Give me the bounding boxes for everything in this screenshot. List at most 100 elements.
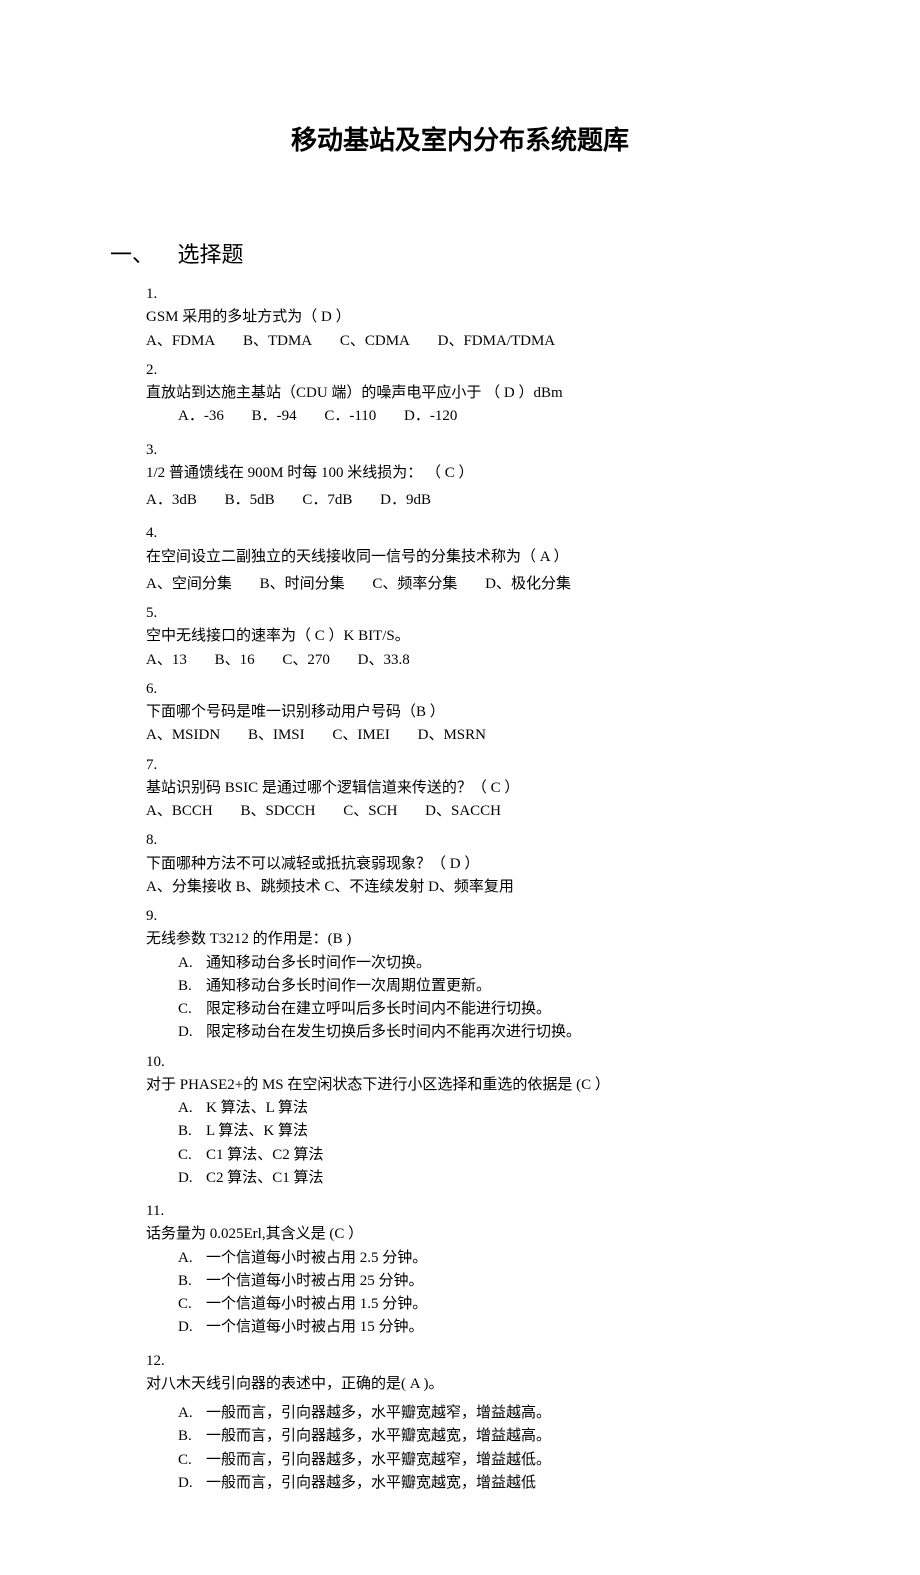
question-9: 9. 无线参数 T3212 的作用是：(B ) A.通知移动台多长时间作一次切换… xyxy=(146,905,810,1045)
option-b: B.通知移动台多长时间作一次周期位置更新。 xyxy=(178,975,786,998)
option-b: B、SDCCH xyxy=(240,800,315,823)
option-b: B.一个信道每小时被占用 25 分钟。 xyxy=(178,1270,786,1293)
option-text: 一般而言，引向器越多，水平瓣宽越窄，增益越高。 xyxy=(206,1405,551,1421)
option-d: D、33.8 xyxy=(358,649,410,672)
option-letter: D. xyxy=(178,1167,206,1190)
option-a: A.一个信道每小时被占用 2.5 分钟。 xyxy=(178,1247,786,1270)
option-d: D.一个信道每小时被占用 15 分钟。 xyxy=(178,1316,786,1339)
option-c: C.一般而言，引向器越多，水平瓣宽越窄，增益越低。 xyxy=(178,1449,786,1472)
option-c: C.C1 算法、C2 算法 xyxy=(178,1144,786,1167)
option-c: C、频率分集 xyxy=(372,573,457,596)
option-text: 限定移动台在发生切换后多长时间内不能再次进行切换。 xyxy=(206,1024,581,1040)
option-letter: A. xyxy=(178,1097,206,1120)
option-d: D．9dB xyxy=(380,489,431,512)
question-number: 2. xyxy=(146,359,174,382)
option-c: C．-110 xyxy=(324,405,376,428)
option-a: A.一般而言，引向器越多，水平瓣宽越窄，增益越高。 xyxy=(178,1402,786,1425)
question-number: 12. xyxy=(146,1350,174,1373)
question-number: 8. xyxy=(146,829,174,852)
question-10: 10. 对于 PHASE2+的 MS 在空闲状态下进行小区选择和重选的依据是 (… xyxy=(146,1051,810,1191)
option-text: 一个信道每小时被占用 15 分钟。 xyxy=(206,1319,424,1335)
option-letter: A. xyxy=(178,952,206,975)
option-text: 一个信道每小时被占用 1.5 分钟。 xyxy=(206,1296,427,1312)
option-b: B、TDMA xyxy=(243,330,312,353)
question-stem: 基站识别码 BSIC 是通过哪个逻辑信道来传送的？（ C ） xyxy=(146,777,786,800)
question-stem: 直放站到达施主基站（CDU 端）的噪声电平应小于 （ D ）dBm xyxy=(146,382,786,405)
option-letter: A. xyxy=(178,1247,206,1270)
option-a: A、13 xyxy=(146,649,187,672)
question-number: 5. xyxy=(146,602,174,625)
option-text: 一般而言，引向器越多，水平瓣宽越窄，增益越低。 xyxy=(206,1452,551,1468)
option-a: A.通知移动台多长时间作一次切换。 xyxy=(178,952,786,975)
option-letter: C. xyxy=(178,1449,206,1472)
question-12: 12. 对八木天线引向器的表述中，正确的是( A )。 A.一般而言，引向器越多… xyxy=(146,1350,810,1496)
question-stem: 在空间设立二副独立的天线接收同一信号的分集技术称为（ A ） xyxy=(146,546,786,569)
option-a: A、FDMA xyxy=(146,330,215,353)
option-letter: C. xyxy=(178,1144,206,1167)
option-letter: C. xyxy=(178,1293,206,1316)
question-options: A、MSIDN B、IMSI C、IMEI D、MSRN xyxy=(146,724,786,747)
option-letter: D. xyxy=(178,1472,206,1495)
option-c: C．7dB xyxy=(302,489,352,512)
question-8: 8. 下面哪种方法不可以减轻或抵抗衰弱现象？（ D ） A、分集接收 B、跳频技… xyxy=(146,829,810,899)
question-options: A、空间分集 B、时间分集 C、频率分集 D、极化分集 xyxy=(146,573,786,596)
option-letter: B. xyxy=(178,1425,206,1448)
question-4: 4. 在空间设立二副独立的天线接收同一信号的分集技术称为（ A ） A、空间分集… xyxy=(146,522,810,596)
question-options: A．-36 B．-94 C．-110 D．-120 xyxy=(146,405,786,428)
question-stem: 无线参数 T3212 的作用是：(B ) xyxy=(146,928,786,951)
option-a: A、BCCH xyxy=(146,800,213,823)
option-text: 通知移动台多长时间作一次周期位置更新。 xyxy=(206,978,491,994)
option-d: D、极化分集 xyxy=(485,573,571,596)
option-text: C2 算法、C1 算法 xyxy=(206,1170,324,1186)
question-11: 11. 话务量为 0.025Erl,其含义是 (C ） A.一个信道每小时被占用… xyxy=(146,1200,810,1340)
question-options: A、13 B、16 C、270 D、33.8 xyxy=(146,649,786,672)
page: 移动基站及室内分布系统题库 一、 选择题 1. GSM 采用的多址方式为（ D … xyxy=(0,0,920,1575)
option-letter: B. xyxy=(178,1120,206,1143)
option-text: C1 算法、C2 算法 xyxy=(206,1147,324,1163)
question-options: A.一个信道每小时被占用 2.5 分钟。 B.一个信道每小时被占用 25 分钟。… xyxy=(146,1247,786,1340)
option-text: L 算法、K 算法 xyxy=(206,1123,308,1139)
option-c: C.一个信道每小时被占用 1.5 分钟。 xyxy=(178,1293,786,1316)
question-2: 2. 直放站到达施主基站（CDU 端）的噪声电平应小于 （ D ）dBm A．-… xyxy=(146,359,810,429)
option-text: 一个信道每小时被占用 25 分钟。 xyxy=(206,1273,424,1289)
question-stem: 下面哪种方法不可以减轻或抵抗衰弱现象？（ D ） xyxy=(146,853,786,876)
option-d: D.C2 算法、C1 算法 xyxy=(178,1167,786,1190)
option-letter: A. xyxy=(178,1402,206,1425)
question-6: 6. 下面哪个号码是唯一识别移动用户号码（B ） A、MSIDN B、IMSI … xyxy=(146,678,810,748)
option-a: A．-36 xyxy=(178,405,224,428)
option-line: A、分集接收 B、跳频技术 C、不连续发射 D、频率复用 xyxy=(146,876,514,899)
option-text: 限定移动台在建立呼叫后多长时间内不能进行切换。 xyxy=(206,1001,551,1017)
option-a: A．3dB xyxy=(146,489,197,512)
document-title: 移动基站及室内分布系统题库 xyxy=(110,120,810,157)
question-number: 1. xyxy=(146,283,174,306)
question-stem: 对八木天线引向器的表述中，正确的是( A )。 xyxy=(146,1373,786,1396)
question-options: A.通知移动台多长时间作一次切换。 B.通知移动台多长时间作一次周期位置更新。 … xyxy=(146,952,786,1045)
option-d: D、SACCH xyxy=(425,800,501,823)
question-number: 10. xyxy=(146,1051,174,1074)
question-7: 7. 基站识别码 BSIC 是通过哪个逻辑信道来传送的？（ C ） A、BCCH… xyxy=(146,754,810,824)
option-letter: B. xyxy=(178,1270,206,1293)
option-c: C、CDMA xyxy=(340,330,410,353)
question-stem: 下面哪个号码是唯一识别移动用户号码（B ） xyxy=(146,701,786,724)
option-text: 通知移动台多长时间作一次切换。 xyxy=(206,955,431,971)
option-c: C、IMEI xyxy=(332,724,390,747)
question-stem: 话务量为 0.025Erl,其含义是 (C ） xyxy=(146,1223,786,1246)
option-b: B、16 xyxy=(215,649,255,672)
option-d: D．-120 xyxy=(404,405,457,428)
question-number: 4. xyxy=(146,522,174,545)
option-b: B、IMSI xyxy=(248,724,305,747)
option-b: B．-94 xyxy=(252,405,297,428)
option-text: 一般而言，引向器越多，水平瓣宽越宽，增益越低 xyxy=(206,1475,536,1491)
question-1: 1. GSM 采用的多址方式为（ D ） A、FDMA B、TDMA C、CDM… xyxy=(146,283,810,353)
question-options: A.K 算法、L 算法 B.L 算法、K 算法 C.C1 算法、C2 算法 D.… xyxy=(146,1097,786,1190)
option-b: B．5dB xyxy=(225,489,275,512)
option-d: D.限定移动台在发生切换后多长时间内不能再次进行切换。 xyxy=(178,1021,786,1044)
option-a: A、MSIDN xyxy=(146,724,220,747)
question-number: 3. xyxy=(146,439,174,462)
question-list: 1. GSM 采用的多址方式为（ D ） A、FDMA B、TDMA C、CDM… xyxy=(110,283,810,1495)
section-number: 一、 xyxy=(110,237,154,269)
question-stem: GSM 采用的多址方式为（ D ） xyxy=(146,306,786,329)
question-stem: 对于 PHASE2+的 MS 在空闲状态下进行小区选择和重选的依据是 (C ） xyxy=(146,1074,786,1097)
question-number: 9. xyxy=(146,905,174,928)
question-number: 11. xyxy=(146,1200,174,1223)
